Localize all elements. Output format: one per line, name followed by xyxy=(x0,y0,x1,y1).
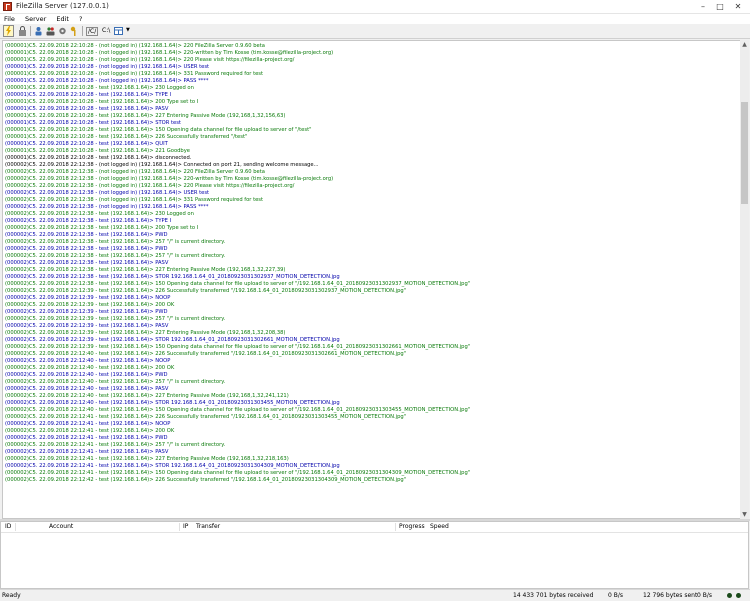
column-divider[interactable] xyxy=(395,523,396,531)
column-divider[interactable] xyxy=(179,523,180,531)
bytes-received: 14 433 701 bytes received xyxy=(513,592,594,599)
window-title: FileZilla Server (127.0.0.1) xyxy=(16,2,109,10)
send-rate: 0 B/s xyxy=(697,592,712,599)
view-icon[interactable] xyxy=(114,26,123,36)
minimize-button[interactable]: – xyxy=(696,1,710,12)
log-line: (000002)C5. 22.09.2018 22:12:42 - test (… xyxy=(5,477,407,483)
drive-button[interactable]: C:\ xyxy=(102,27,110,34)
chevron-down-icon[interactable]: ▼ xyxy=(126,27,130,33)
title-bar: FileZilla Server (127.0.0.1) – □ ✕ xyxy=(0,0,750,14)
status-bar: Ready 14 433 701 bytes received 0 B/s 12… xyxy=(0,589,750,601)
menu-help[interactable]: ? xyxy=(75,14,86,24)
receive-rate: 0 B/s xyxy=(608,592,623,599)
transfer-list-header: ID Account IP Transfer Progress Speed xyxy=(1,522,748,533)
menu-bar: File Server Edit ? xyxy=(0,14,750,24)
transfer-list[interactable]: ID Account IP Transfer Progress Speed xyxy=(0,521,749,589)
bytes-sent: 12 796 bytes sent xyxy=(643,592,698,599)
column-transfer[interactable]: Transfer xyxy=(196,523,220,530)
server-log[interactable]: (000001)C5. 22.09.2018 22:10:28 - (not l… xyxy=(2,40,741,519)
scroll-up-icon[interactable]: ▲ xyxy=(740,40,749,49)
scroll-down-icon[interactable]: ▼ xyxy=(740,510,749,519)
menu-file[interactable]: File xyxy=(0,14,19,24)
menu-edit[interactable]: Edit xyxy=(52,14,73,24)
toolbar-separator xyxy=(30,26,31,36)
close-button[interactable]: ✕ xyxy=(731,1,745,12)
toolbar-separator xyxy=(82,26,83,36)
column-id[interactable]: ID xyxy=(5,523,11,530)
column-progress[interactable]: Progress xyxy=(399,523,425,530)
status-text: Ready xyxy=(2,592,21,599)
maximize-button[interactable]: □ xyxy=(713,1,727,12)
column-divider[interactable] xyxy=(15,523,16,531)
filezilla-logo-icon xyxy=(3,2,12,11)
connect-icon[interactable] xyxy=(3,25,14,37)
lock-icon[interactable] xyxy=(18,26,27,36)
scroll-thumb[interactable] xyxy=(741,102,748,204)
log-scrollbar[interactable]: ▲ ▼ xyxy=(740,40,749,519)
column-speed[interactable]: Speed xyxy=(430,523,449,530)
receive-led-icon xyxy=(727,593,732,598)
key-icon[interactable] xyxy=(70,26,79,36)
groups-icon[interactable] xyxy=(46,26,55,36)
column-ip[interactable]: IP xyxy=(183,523,188,530)
column-account[interactable]: Account xyxy=(49,523,73,530)
settings-icon[interactable] xyxy=(58,26,67,36)
users-path-button[interactable]: /C/ xyxy=(86,27,99,36)
toolbar: /C/ C:\ ▼ xyxy=(0,25,750,39)
send-led-icon xyxy=(736,593,741,598)
users-icon[interactable] xyxy=(34,26,43,36)
menu-server[interactable]: Server xyxy=(21,14,50,24)
